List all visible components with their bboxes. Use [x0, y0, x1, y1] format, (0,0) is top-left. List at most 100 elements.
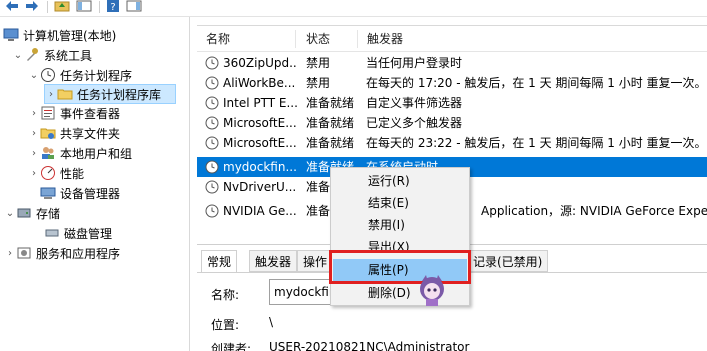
task-name: NVIDIA Ge... [223, 204, 297, 218]
chevron-down-icon[interactable]: ⌄ [28, 65, 40, 85]
table-row[interactable]: Intel PTT E... 准备就绪 自定义事件筛选器 [197, 93, 707, 113]
task-clock-icon [205, 56, 219, 70]
location-value: \ [269, 315, 274, 329]
author-label: 创建者: [211, 342, 252, 351]
author-value: USER-20210821NC\Administrator [269, 340, 470, 351]
chevron-right-icon[interactable]: › [28, 163, 40, 183]
task-trigger: Application，源: NVIDIA GeForce Experie [481, 204, 707, 218]
chevron-down-icon[interactable]: ⌄ [4, 203, 16, 223]
task-name: mydockfin... [223, 160, 297, 174]
menu-item-end[interactable]: 结束(E) [333, 192, 467, 214]
tree-item-label: 设备管理器 [60, 186, 121, 201]
users-icon [40, 145, 56, 161]
tools-icon [24, 47, 40, 63]
event-viewer-icon [40, 105, 56, 121]
column-header-trigger[interactable]: 触发器 [358, 26, 558, 52]
tree-item-task-scheduler[interactable]: ⌄ 任务计划程序 [28, 65, 132, 85]
tree-item-device-manager[interactable]: 设备管理器 [40, 183, 120, 203]
task-trigger: 已定义多个触发器 [366, 116, 463, 130]
up-folder-icon[interactable] [54, 0, 70, 12]
storage-icon [16, 205, 32, 221]
task-clock-icon [205, 160, 219, 174]
chevron-right-icon[interactable]: › [4, 243, 16, 263]
name-label: 名称: [211, 288, 240, 302]
tree-item-local-users-groups[interactable]: › 本地用户和组 [28, 143, 132, 163]
task-clock-icon [205, 116, 219, 130]
tree-item-task-scheduler-library[interactable]: › 任务计划程序库 [44, 84, 176, 104]
task-clock-icon [205, 76, 219, 90]
tab-actions[interactable]: 操作 [297, 250, 334, 272]
shared-folder-icon [40, 125, 56, 141]
task-trigger: 当任何用户登录时 [366, 56, 463, 70]
services-icon [16, 245, 32, 261]
tree-item-disk-management[interactable]: 磁盘管理 [44, 223, 112, 243]
performance-icon [40, 165, 56, 181]
view-icon[interactable] [126, 0, 142, 12]
menu-item-run[interactable]: 运行(R) [333, 170, 467, 192]
table-row[interactable]: MicrosoftE... 准备就绪 已定义多个触发器 [197, 113, 707, 133]
task-name: MicrosoftE... [223, 116, 297, 130]
tree-item-event-viewer[interactable]: › 事件查看器 [28, 103, 120, 123]
list-header: 名称 状态 触发器 [197, 26, 707, 52]
computer-management-icon [3, 27, 19, 43]
task-status: 禁用 [306, 76, 331, 90]
task-name: NvDriverU... [223, 180, 297, 194]
chevron-right-icon[interactable]: › [28, 103, 40, 123]
show-hide-tree-icon[interactable] [76, 0, 92, 12]
tree-item-services-apps[interactable]: › 服务和应用程序 [4, 243, 120, 263]
task-status: 准备就绪 [306, 136, 355, 150]
tree-item-label: 存储 [36, 206, 61, 221]
tab-triggers[interactable]: 触发器 [249, 250, 298, 272]
help-icon[interactable]: ? [106, 0, 120, 13]
tree-item-label: 磁盘管理 [64, 226, 113, 241]
tree-item-label: 系统工具 [44, 48, 93, 63]
device-manager-icon [40, 185, 56, 201]
chevron-right-icon[interactable]: › [45, 84, 57, 104]
task-trigger: 自定义事件筛选器 [366, 96, 463, 110]
tree-item-label: 计算机管理(本地) [23, 28, 117, 43]
task-status: 准备就绪 [306, 96, 355, 110]
tree-item-storage[interactable]: ⌄ 存储 [4, 203, 60, 223]
task-name: Intel PTT E... [223, 96, 297, 110]
task-clock-icon [205, 180, 219, 194]
tree-item-label: 本地用户和组 [60, 146, 133, 161]
tree-item-label: 共享文件夹 [60, 126, 121, 141]
back-arrow-icon[interactable] [5, 0, 19, 12]
tree-item-system-tools[interactable]: ⌄ 系统工具 [12, 45, 92, 65]
forward-arrow-icon[interactable] [25, 0, 39, 12]
character-sticker-icon [420, 275, 444, 306]
task-status: 禁用 [306, 56, 331, 70]
task-status: 准备就绪 [306, 116, 355, 130]
chevron-down-icon[interactable]: ⌄ [12, 45, 24, 65]
task-trigger: 在每天的 23:22 - 触发后，在 1 天 期间每隔 1 小时 重复一次。 [366, 136, 707, 150]
tab-general[interactable]: 常规 [201, 250, 238, 273]
tree-item-performance[interactable]: › 性能 [28, 163, 84, 183]
tree-item-label: 服务和应用程序 [36, 246, 121, 261]
clock-icon [40, 67, 56, 83]
location-label: 位置: [211, 318, 240, 332]
tree-item-label: 任务计划程序 [60, 68, 133, 83]
column-header-status[interactable]: 状态 [297, 26, 355, 52]
navigation-tree: 计算机管理(本地) ⌄ 系统工具 ⌄ 任务计划程序 › 任务计划程序库 › 事件… [0, 17, 190, 351]
disk-icon [44, 225, 60, 241]
tree-item-shared-folders[interactable]: › 共享文件夹 [28, 123, 120, 143]
tree-item-label: 性能 [60, 166, 85, 181]
svg-text:?: ? [110, 2, 115, 12]
task-name: MicrosoftE... [223, 136, 297, 150]
tree-item-label: 任务计划程序库 [77, 87, 162, 102]
menu-item-disable[interactable]: 禁用(I) [333, 214, 467, 236]
task-trigger: 在每天的 17:20 - 触发后，在 1 天 期间每隔 1 小时 重复一次。 [366, 76, 707, 90]
toolbar: ? [0, 0, 707, 17]
column-header-name[interactable]: 名称 [197, 26, 295, 52]
tree-item-label: 事件查看器 [60, 106, 121, 121]
task-name: 360ZipUpd... [223, 56, 297, 70]
task-clock-icon [205, 204, 219, 218]
tree-item-computer-management[interactable]: 计算机管理(本地) [3, 25, 116, 45]
chevron-right-icon[interactable]: › [28, 143, 40, 163]
table-row[interactable]: MicrosoftE... 准备就绪 在每天的 23:22 - 触发后，在 1 … [197, 133, 707, 153]
tab-history[interactable]: 记录(已禁用) [467, 250, 549, 272]
task-clock-icon [205, 136, 219, 150]
table-row[interactable]: 360ZipUpd... 禁用 当任何用户登录时 [197, 53, 707, 73]
table-row[interactable]: AliWorkBe... 禁用 在每天的 17:20 - 触发后，在 1 天 期… [197, 73, 707, 93]
chevron-right-icon[interactable]: › [28, 123, 40, 143]
